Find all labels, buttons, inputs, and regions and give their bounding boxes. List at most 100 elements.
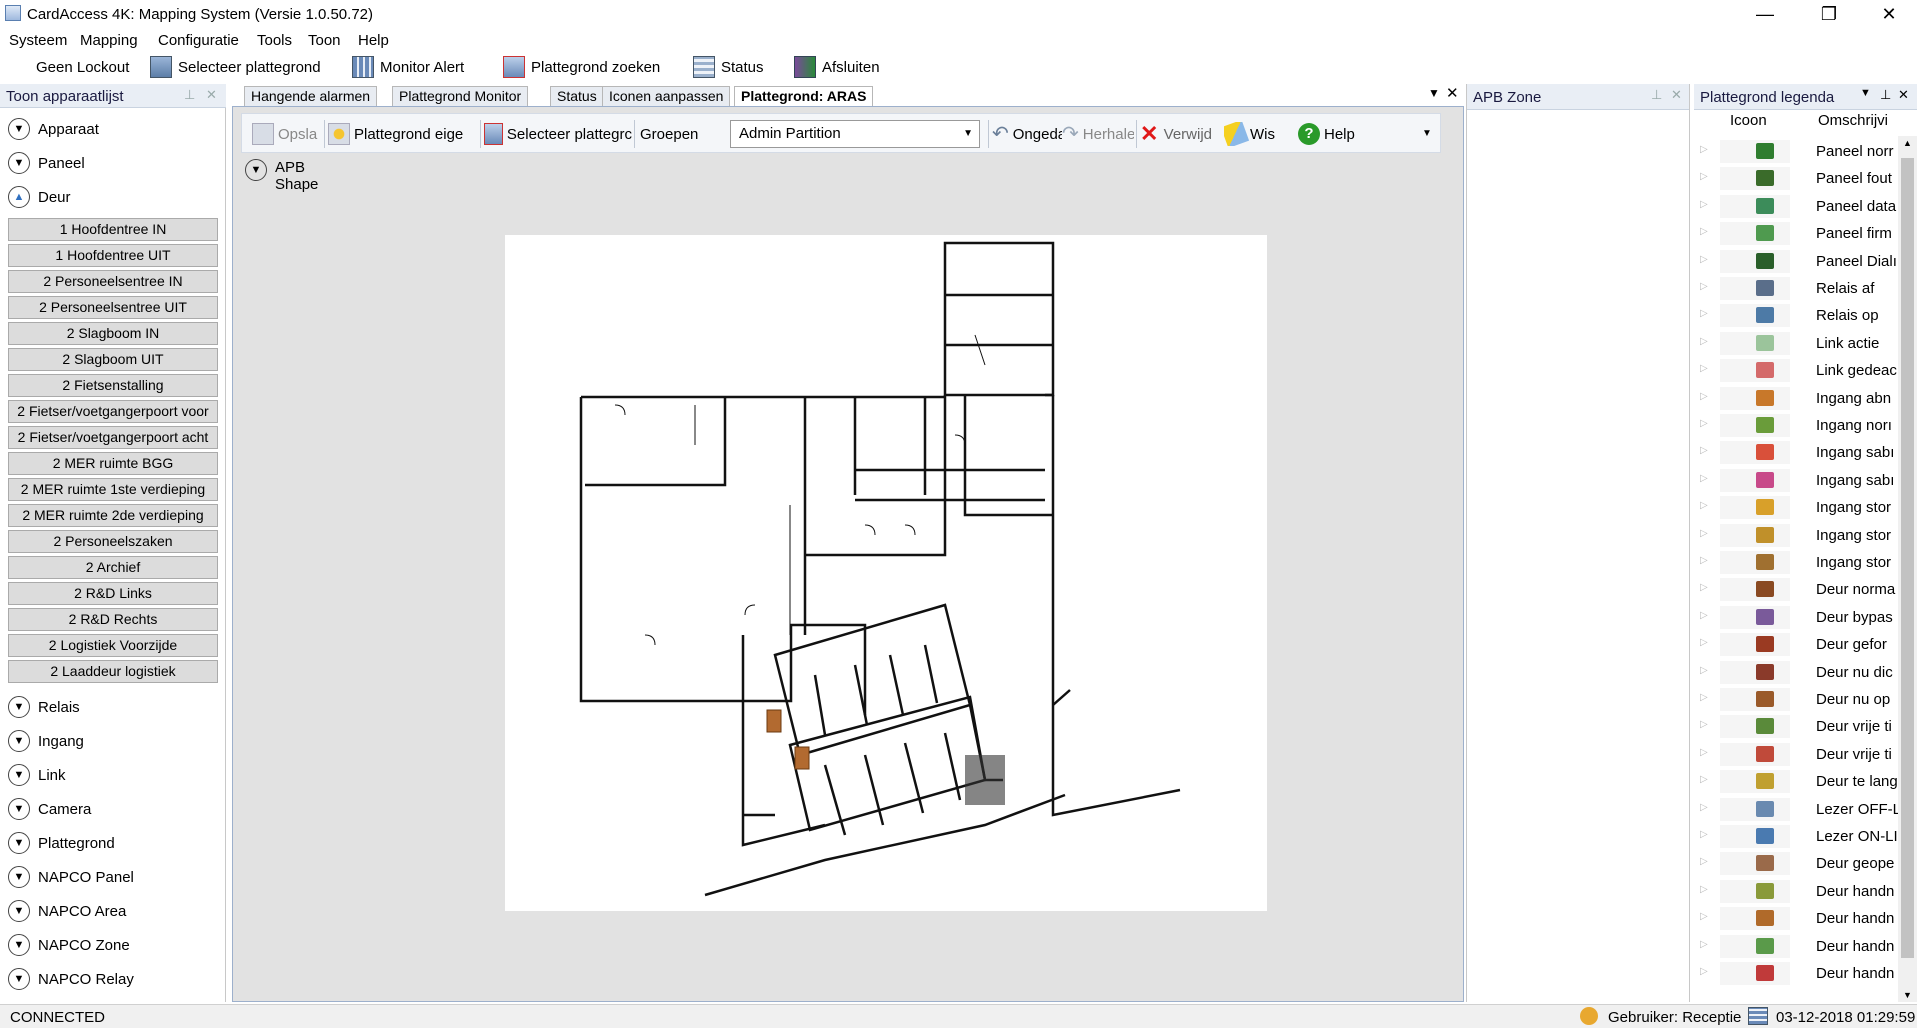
expand-icon[interactable]: ▷ (1700, 500, 1708, 511)
legend-row[interactable]: ▷ Deur vrije ti (1694, 741, 1898, 768)
expand-icon[interactable]: ▷ (1700, 829, 1708, 840)
selecteer-plattegrond-doc-button[interactable]: Selecteer plattegrc (484, 122, 632, 146)
panel-close-icon[interactable]: ✕ (1898, 87, 1909, 103)
expand-icon[interactable]: ▷ (1700, 445, 1708, 456)
legend-row[interactable]: ▷ Deur gefor (1694, 631, 1898, 658)
scrollbar-thumb[interactable] (1901, 158, 1914, 958)
category-napco-area[interactable]: ▼ NAPCO Area (8, 898, 126, 924)
category-paneel[interactable]: ▼ Paneel (8, 150, 85, 176)
door-item[interactable]: 2 Fietser/voetgangerpoort voor (8, 400, 218, 423)
door-item[interactable]: 2 Archief (8, 556, 218, 579)
tab-status[interactable]: Status (550, 86, 604, 106)
panel-close-icon[interactable]: ✕ (1671, 87, 1682, 103)
expand-icon[interactable]: ▷ (1700, 281, 1708, 292)
expand-icon[interactable]: ▷ (1700, 226, 1708, 237)
minimize-button[interactable]: — (1737, 0, 1793, 30)
tab-iconen-aanpassen[interactable]: Iconen aanpassen (602, 86, 731, 106)
door-item[interactable]: 2 Logistiek Voorzijde (8, 634, 218, 657)
legend-row[interactable]: ▷ Ingang sabı (1694, 467, 1898, 494)
door-icon[interactable] (794, 746, 810, 770)
apb-shape-toggle[interactable]: ▼ APB Shape (245, 159, 318, 193)
tab-close-icon[interactable]: ✕ (1446, 84, 1459, 102)
pin-icon[interactable]: ⊥ (1880, 87, 1891, 103)
ongedaan-button[interactable]: ↶ Ongeda (992, 122, 1062, 146)
menu-systeem[interactable]: Systeem (9, 32, 67, 49)
selecteer-plattegrond-button[interactable]: Selecteer plattegrond (150, 54, 321, 80)
menu-toon[interactable]: Toon (308, 32, 341, 49)
expand-icon[interactable]: ▷ (1700, 884, 1708, 895)
tab-list-icon[interactable]: ▼ (1428, 86, 1440, 100)
pin-icon[interactable]: ⊥ (184, 87, 195, 103)
legend-row[interactable]: ▷ Deur te lang (1694, 768, 1898, 795)
expand-icon[interactable]: ▷ (1700, 582, 1708, 593)
legend-row[interactable]: ▷ Deur bypas (1694, 604, 1898, 631)
legend-row[interactable]: ▷ Deur vrije ti (1694, 713, 1898, 740)
door-item[interactable]: 2 Fietser/voetgangerpoort acht (8, 426, 218, 449)
category-plattegrond[interactable]: ▼ Plattegrond (8, 830, 115, 856)
expand-icon[interactable]: ▷ (1700, 939, 1708, 950)
wis-button[interactable]: Wis (1224, 122, 1286, 146)
expand-icon[interactable]: ▷ (1700, 171, 1708, 182)
door-item[interactable]: 2 MER ruimte 1ste verdieping (8, 478, 218, 501)
expand-icon[interactable]: ▷ (1700, 555, 1708, 566)
door-item[interactable]: 2 R&D Links (8, 582, 218, 605)
expand-icon[interactable]: ▷ (1700, 692, 1708, 703)
category-camera[interactable]: ▼ Camera (8, 796, 91, 822)
category-napco-relay[interactable]: ▼ NAPCO Relay (8, 966, 134, 992)
legend-row[interactable]: ▷ Ingang sabı (1694, 439, 1898, 466)
pin-icon[interactable]: ⊥ (1651, 87, 1662, 103)
door-item[interactable]: 2 MER ruimte BGG (8, 452, 218, 475)
legend-row[interactable]: ▷ Deur nu dic (1694, 659, 1898, 686)
expand-icon[interactable]: ▷ (1700, 144, 1708, 155)
opslaan-button[interactable]: Opsla (252, 122, 320, 146)
legend-row[interactable]: ▷ Deur handn (1694, 905, 1898, 932)
legend-row[interactable]: ▷ Lezer ON-LI (1694, 823, 1898, 850)
door-item[interactable]: 2 Slagboom UIT (8, 348, 218, 371)
door-item[interactable]: 2 Slagboom IN (8, 322, 218, 345)
legend-row[interactable]: ▷ Paneel Dialı (1694, 248, 1898, 275)
expand-icon[interactable]: ▷ (1700, 199, 1708, 210)
expand-icon[interactable]: ▷ (1700, 391, 1708, 402)
legend-row[interactable]: ▷ Ingang norı (1694, 412, 1898, 439)
geen-lockout-button[interactable]: Geen Lockout (36, 54, 129, 80)
legend-row[interactable]: ▷ Ingang abn (1694, 385, 1898, 412)
status-button[interactable]: Status (693, 54, 764, 80)
legend-row[interactable]: ▷ Link gedeac (1694, 357, 1898, 384)
expand-icon[interactable]: ▷ (1700, 774, 1708, 785)
door-item[interactable]: 2 R&D Rechts (8, 608, 218, 631)
expand-icon[interactable]: ▷ (1700, 473, 1708, 484)
legend-row[interactable]: ▷ Link actie (1694, 330, 1898, 357)
expand-icon[interactable]: ▷ (1700, 363, 1708, 374)
legend-row[interactable]: ▷ Deur geope (1694, 850, 1898, 877)
tab-hangende-alarmen[interactable]: Hangende alarmen (244, 86, 378, 106)
legend-row[interactable]: ▷ Lezer OFF-L (1694, 796, 1898, 823)
category-link[interactable]: ▼ Link (8, 762, 66, 788)
monitor-alert-button[interactable]: Monitor Alert (352, 54, 464, 80)
door-item[interactable]: 2 MER ruimte 2de verdieping (8, 504, 218, 527)
category-apparaat[interactable]: ▼ Apparaat (8, 116, 99, 142)
legend-row[interactable]: ▷ Ingang stor (1694, 522, 1898, 549)
category-deur[interactable]: ▲ Deur (8, 184, 71, 210)
panel-close-icon[interactable]: ✕ (206, 87, 217, 103)
menu-mapping[interactable]: Mapping (80, 32, 138, 49)
door-item[interactable]: 2 Fietsenstalling (8, 374, 218, 397)
expand-icon[interactable]: ▷ (1700, 719, 1708, 730)
expand-icon[interactable]: ▷ (1700, 418, 1708, 429)
legend-row[interactable]: ▷ Deur nu op (1694, 686, 1898, 713)
maximize-button[interactable]: ❐ (1801, 0, 1857, 30)
category-relais[interactable]: ▼ Relais (8, 694, 80, 720)
door-item[interactable]: 2 Personeelsentree UIT (8, 296, 218, 319)
expand-icon[interactable]: ▷ (1700, 856, 1708, 867)
chevron-down-icon[interactable]: ▼ (1860, 87, 1871, 99)
category-ingang[interactable]: ▼ Ingang (8, 728, 84, 754)
legend-col-desc[interactable]: Omschrijvi (1818, 112, 1888, 136)
afsluiten-button[interactable]: Afsluiten (794, 54, 880, 80)
legend-row[interactable]: ▷ Deur norma (1694, 576, 1898, 603)
legend-row[interactable]: ▷ Relais op (1694, 302, 1898, 329)
menu-help[interactable]: Help (358, 32, 389, 49)
legend-row[interactable]: ▷ Deur handn (1694, 960, 1898, 987)
menu-tools[interactable]: Tools (257, 32, 292, 49)
tab-plattegrond-monitor[interactable]: Plattegrond Monitor (392, 86, 529, 106)
expand-icon[interactable]: ▷ (1700, 528, 1708, 539)
legend-row[interactable]: ▷ Paneel data (1694, 193, 1898, 220)
